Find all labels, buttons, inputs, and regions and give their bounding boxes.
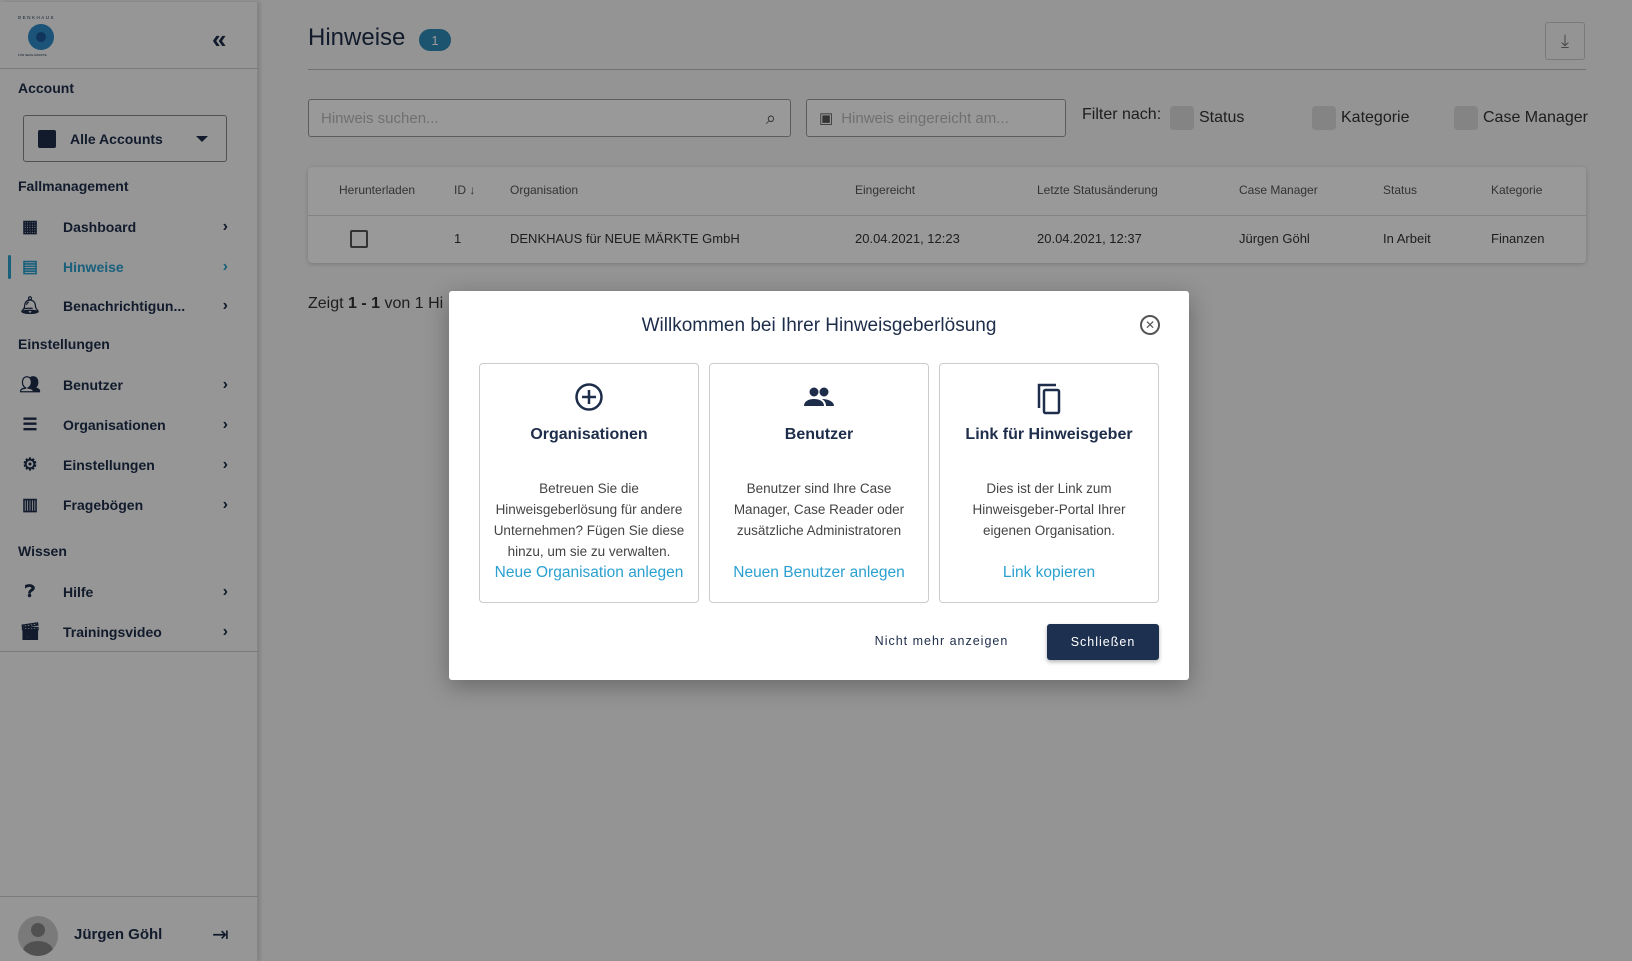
close-button[interactable]: Schließen xyxy=(1047,624,1159,660)
copy-link-button[interactable]: Link kopieren xyxy=(940,564,1158,582)
card-text: Betreuen Sie die Hinweisgeberlösung für … xyxy=(493,481,685,559)
dialog-title: Willkommen bei Ihrer Hinweisgeberlösung xyxy=(641,315,997,336)
add-circle-icon xyxy=(480,382,698,412)
card-link: Link für Hinweisgeber Dies ist der Link … xyxy=(939,363,1159,603)
card-organisationen: Organisationen Betreuen Sie die Hinweisg… xyxy=(479,363,699,603)
card-title: Benutzer xyxy=(784,426,854,443)
close-icon[interactable]: ✕ xyxy=(1140,315,1160,335)
copy-icon xyxy=(940,382,1158,416)
card-text: Dies ist der Link zum Hinweisgeber-Porta… xyxy=(972,481,1126,538)
card-benutzer: Benutzer Benutzer sind Ihre Case Manager… xyxy=(709,363,929,603)
new-organisation-link[interactable]: Neue Organisation anlegen xyxy=(480,564,698,582)
new-user-link[interactable]: Neuen Benutzer anlegen xyxy=(710,564,928,582)
card-text: Benutzer sind Ihre Case Manager, Case Re… xyxy=(733,481,905,538)
users-icon xyxy=(710,382,928,412)
welcome-dialog: Willkommen bei Ihrer Hinweisgeberlösung … xyxy=(449,291,1189,680)
card-title: Organisationen xyxy=(530,426,648,443)
dont-show-again-button[interactable]: Nicht mehr anzeigen xyxy=(869,634,1014,648)
card-title: Link für Hinweisgeber xyxy=(965,426,1133,443)
